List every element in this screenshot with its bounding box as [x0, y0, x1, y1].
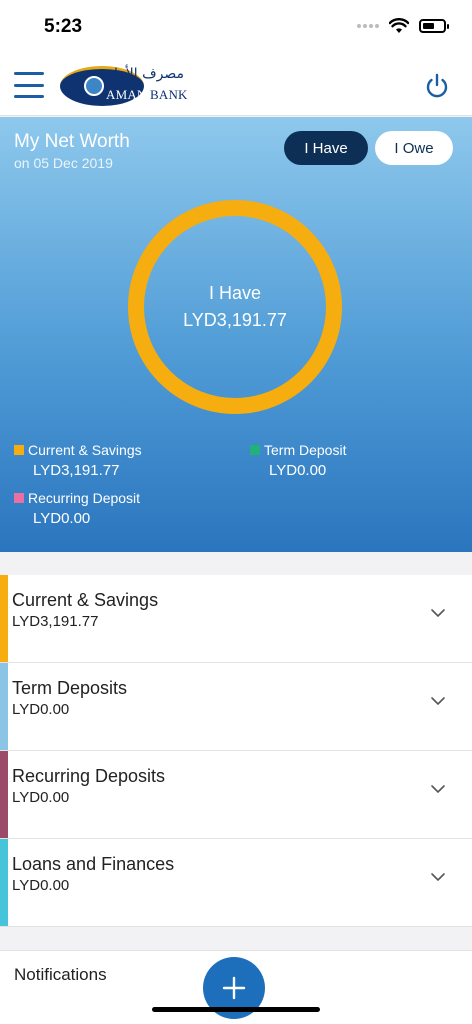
i-owe-toggle[interactable]: I Owe — [375, 131, 453, 165]
account-amount: LYD0.00 — [12, 701, 70, 718]
app-header: مصرف الأمان AMAN BANK — [0, 56, 472, 116]
battery-icon — [419, 19, 449, 33]
account-row-current-savings[interactable]: Current & Savings LYD3,191.77 — [0, 575, 472, 663]
legend-swatch-term-deposit — [250, 445, 260, 455]
chevron-down-icon[interactable] — [430, 693, 446, 709]
account-name: Recurring Deposits — [12, 766, 166, 786]
donut-value: LYD3,191.77 — [183, 310, 287, 330]
account-amount: LYD3,191.77 — [12, 613, 99, 630]
chevron-down-icon[interactable] — [430, 869, 446, 885]
signal-icon — [357, 24, 379, 28]
account-color-bar — [0, 751, 8, 838]
status-bar: 5:23 — [0, 0, 472, 56]
legend-term-deposit: Term Deposit — [250, 442, 346, 458]
account-amount: LYD0.00 — [12, 789, 70, 806]
net-worth-title: My Net Worth — [14, 131, 130, 152]
status-time: 5:23 — [44, 16, 83, 37]
aman-bank-logo: مصرف الأمان AMAN BANK — [60, 64, 192, 108]
logo-bank-name: AMAN BANK — [106, 87, 188, 102]
legend-value-recurring-deposit: LYD0.00 — [33, 510, 91, 527]
legend-swatch-current-savings — [14, 445, 24, 455]
net-worth-card: My Net Worth on 05 Dec 2019 I Have I Owe… — [0, 117, 472, 552]
legend-value-term-deposit: LYD0.00 — [269, 462, 327, 479]
net-worth-date: on 05 Dec 2019 — [14, 155, 113, 171]
wifi-icon — [389, 18, 409, 33]
donut-center: I Have LYD3,191.77 — [125, 197, 345, 417]
accounts-list: Current & Savings LYD3,191.77 Term Depos… — [0, 575, 472, 927]
account-name: Term Deposits — [12, 678, 128, 698]
home-indicator[interactable] — [152, 1007, 320, 1012]
i-have-toggle[interactable]: I Have — [284, 131, 368, 165]
account-row-term-deposits[interactable]: Term Deposits LYD0.00 — [0, 663, 472, 751]
account-name: Loans and Finances — [12, 854, 175, 874]
account-color-bar — [0, 575, 8, 662]
logo-arabic-text: مصرف الأمان — [103, 66, 184, 82]
plus-icon — [222, 976, 246, 1000]
chevron-down-icon[interactable] — [430, 781, 446, 797]
notifications-title: Notifications — [14, 965, 107, 984]
chevron-down-icon[interactable] — [430, 605, 446, 621]
account-amount: LYD0.00 — [12, 877, 70, 894]
menu-icon[interactable] — [14, 72, 44, 98]
legend-value-current-savings: LYD3,191.77 — [33, 462, 120, 479]
legend-swatch-recurring-deposit — [14, 493, 24, 503]
account-color-bar — [0, 663, 8, 750]
legend-current-savings: Current & Savings — [14, 442, 142, 458]
account-name: Current & Savings — [12, 590, 159, 610]
status-icons — [357, 18, 449, 34]
account-color-bar — [0, 839, 8, 926]
power-icon[interactable] — [424, 72, 450, 100]
donut-label: I Have — [208, 283, 262, 303]
account-row-loans-finances[interactable]: Loans and Finances LYD0.00 — [0, 839, 472, 927]
legend-recurring-deposit: Recurring Deposit — [14, 490, 140, 506]
account-row-recurring-deposits[interactable]: Recurring Deposits LYD0.00 — [0, 751, 472, 839]
